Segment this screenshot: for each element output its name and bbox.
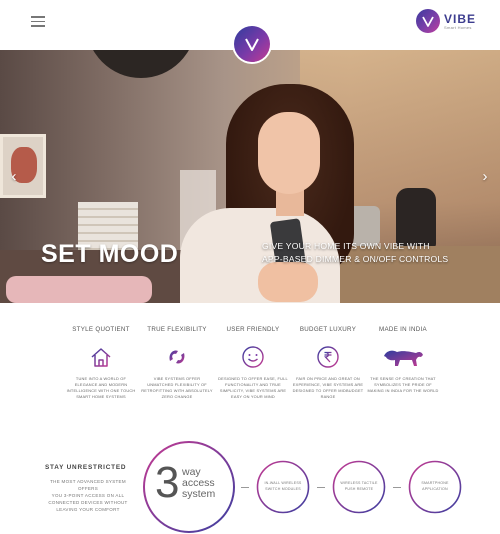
logo-name: VIBE xyxy=(443,11,476,26)
hero-photo-hand xyxy=(258,262,318,302)
access-point-push-remote: WIRELESS TACTILE PUSH REMOTE xyxy=(332,481,386,492)
hero-photo-person-face xyxy=(258,112,320,194)
connector-dash xyxy=(393,487,401,488)
feature-made-in-india: MADE IN INDIA THE SENSE OF CREATION THAT… xyxy=(365,326,441,394)
hero-subtitle-line: GIVE YOUR HOME ITS OWN VIBE WITH xyxy=(262,241,430,251)
features-section: STYLE QUOTIENT TUNE INTO A WORLD OF ELEG… xyxy=(0,326,500,406)
connector-dash xyxy=(241,487,249,488)
hero-photo-pillow xyxy=(6,276,152,303)
logo-tagline: Smart Homes xyxy=(443,24,472,30)
hero-banner: SET MOOD GIVE YOUR HOME ITS OWN VIBE WIT… xyxy=(0,50,500,303)
access-desc-line: CONNECTED DEVICES WITHOUT xyxy=(48,500,128,505)
feature-user-friendly: USER FRIENDLY DESIGNED TO OFFER EASE, FU… xyxy=(215,326,291,400)
access-desc-line: THE MOST ADVANCED SYSTEM OFFERS xyxy=(50,479,126,491)
feature-desc-line: MAKING IN INDIA FOR THE WORLD xyxy=(367,388,439,393)
hero-photo-frame xyxy=(0,134,46,198)
hero-subtitle-line: APP-BASED DIMMER & ON/OFF CONTROLS xyxy=(262,254,449,264)
feature-style-quotient: STYLE QUOTIENT TUNE INTO A WORLD OF ELEG… xyxy=(63,326,139,400)
access-point-line: APPLICATION xyxy=(422,486,448,491)
feature-title: USER FRIENDLY xyxy=(226,326,280,333)
connector-dash xyxy=(317,487,325,488)
lion-icon xyxy=(381,344,425,370)
hero-photo-vase xyxy=(396,188,436,248)
hero-title: SET MOOD xyxy=(41,240,179,268)
hamburger-icon[interactable] xyxy=(31,16,45,27)
feature-desc: VIBE SYSTEMS OFFER UNMATCHED FLEXIBILITY… xyxy=(139,376,215,400)
access-point-line: SWITCH MODULES xyxy=(265,486,301,491)
feature-title: MADE IN INDIA xyxy=(379,326,427,333)
access-desc: THE MOST ADVANCED SYSTEM OFFERS YOU 3-PO… xyxy=(40,478,136,513)
feature-desc-line: SMART HOME SYSTEMS xyxy=(76,394,126,399)
v-badge-icon xyxy=(245,38,259,51)
access-point-smartphone-app: SMARTPHONE APPLICATION xyxy=(408,481,462,492)
carousel-next-icon[interactable]: › xyxy=(478,167,492,187)
feature-desc-line: EASY ON YOUR MIND xyxy=(231,394,275,399)
center-logo-badge xyxy=(234,26,270,62)
v-logo-icon xyxy=(422,16,434,27)
feature-title: TRUE FLEXIBILITY xyxy=(147,326,207,333)
feature-desc: THE SENSE OF CREATION THAT SYMBOLIZES TH… xyxy=(365,376,441,394)
smiley-icon xyxy=(240,344,266,370)
hero-subtitle: GIVE YOUR HOME ITS OWN VIBE WITH APP-BAS… xyxy=(262,240,448,266)
feature-budget-luxury: BUDGET LUXURY FAIR ON PRICE AND GREAT ON… xyxy=(290,326,366,400)
access-point-wall-switch: IN-WALL WIRELESS SWITCH MODULES xyxy=(256,481,310,492)
rupee-icon xyxy=(315,344,341,370)
access-way-label: way access system xyxy=(182,467,215,500)
logo-mark xyxy=(415,9,440,33)
feature-title: STYLE QUOTIENT xyxy=(72,326,130,333)
access-desc-line: LEAVING YOUR COMFORT xyxy=(56,507,120,512)
feature-desc: DESIGNED TO OFFER EASE, FULL FUNCTIONALI… xyxy=(215,376,291,400)
feature-desc: TUNE INTO A WORLD OF ELEGANCE AND MODERN… xyxy=(63,376,139,400)
access-title: STAY UNRESTRICTED xyxy=(45,464,127,471)
feature-desc-line: ZERO CHANGE xyxy=(161,394,193,399)
access-way-line: system xyxy=(182,488,216,500)
access-desc-line: YOU 3-POINT ACCESS ON ALL xyxy=(51,493,125,498)
access-number: 3 xyxy=(155,458,180,507)
feature-title: BUDGET LUXURY xyxy=(299,326,357,333)
access-point-line: PUSH REMOTE xyxy=(344,486,374,491)
flexibility-icon xyxy=(164,344,190,370)
logo[interactable]: VIBE Smart Homes xyxy=(415,9,476,33)
feature-true-flexibility: TRUE FLEXIBILITY VIBE SYSTEMS OFFER UNMA… xyxy=(139,326,215,400)
feature-desc: FAIR ON PRICE AND GREAT ON EXPERIENCE, V… xyxy=(290,376,366,400)
feature-desc-line: RANGE xyxy=(320,394,336,399)
carousel-prev-icon[interactable]: ‹ xyxy=(7,167,21,187)
house-icon xyxy=(88,344,114,370)
hero-photo-clock xyxy=(86,50,196,78)
